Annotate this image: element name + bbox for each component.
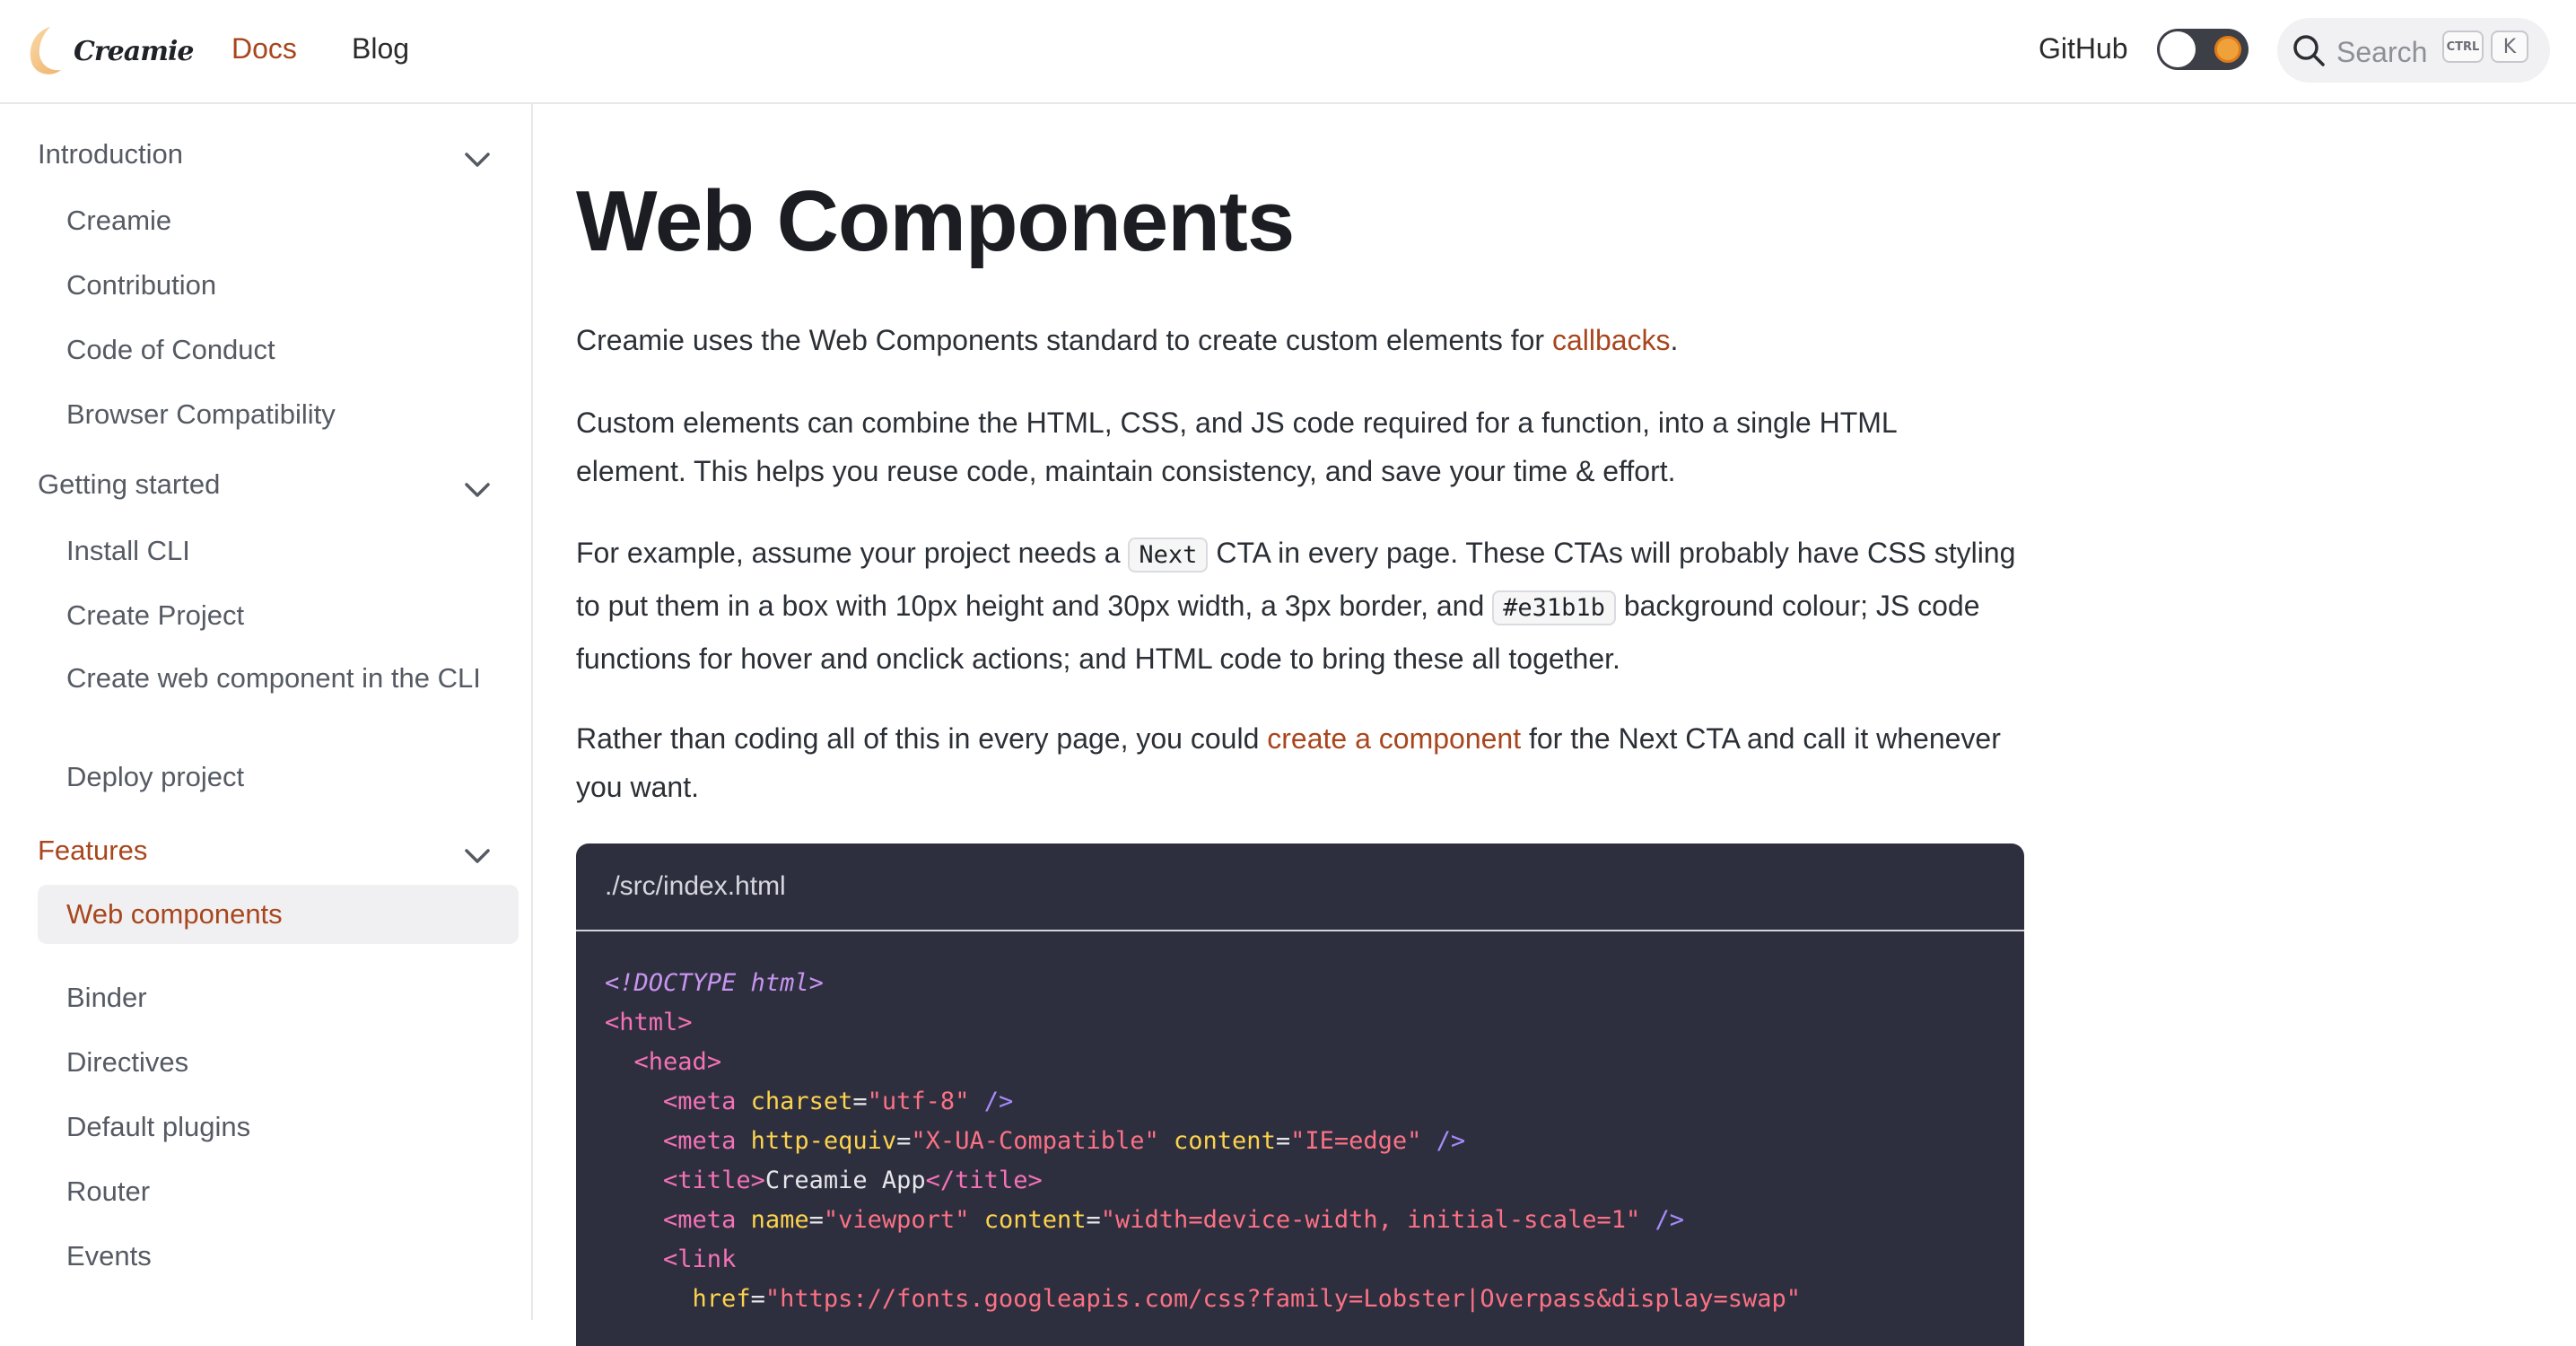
create-component-link[interactable]: create a component [1267, 722, 1521, 755]
code-token: "width=device-width, initial-scale=1" [1100, 1206, 1641, 1234]
sidebar-item-deploy-project[interactable]: Deploy project [38, 759, 519, 795]
kbd-ctrl: CTRL [2442, 31, 2484, 63]
sidebar-item-contribution[interactable]: Contribution [38, 267, 519, 303]
paragraph-text: For example, assume your project needs a [576, 537, 1129, 569]
code-token: Creamie App [764, 1167, 926, 1194]
nav-blog-link[interactable]: Blog [352, 32, 409, 66]
chevron-down-icon [465, 153, 490, 167]
inline-code-color: #e31b1b [1492, 590, 1616, 625]
example-paragraph: For example, assume your project needs a… [576, 528, 2030, 685]
code-token: title [955, 1167, 1028, 1194]
brand-logo[interactable]: Creamie [23, 23, 194, 79]
code-line: <meta charset="utf-8" /> [663, 1088, 1014, 1115]
sun-face-icon [2214, 36, 2241, 63]
sidebar-group-introduction[interactable]: Introduction [38, 138, 495, 183]
code-line: href="https://fonts.googleapis.com/css?f… [692, 1285, 1801, 1313]
code-token: <!DOCTYPE html> [605, 969, 824, 997]
search-icon [2293, 35, 2325, 66]
brand-name: Creamie [74, 35, 194, 67]
code-token: "utf-8" [867, 1088, 970, 1115]
paragraph-text: Creamie uses the Web Components standard… [576, 324, 1552, 356]
sidebar-item-browser-compatibility[interactable]: Browser Compatibility [38, 397, 519, 433]
code-filename: ./src/index.html [576, 843, 2024, 931]
code-line: <head> [633, 1048, 722, 1076]
sidebar-item-binder[interactable]: Binder [38, 980, 519, 1016]
code-token: "IE=edge" [1290, 1127, 1422, 1155]
nav-docs-link[interactable]: Docs [231, 32, 297, 66]
code-token: charset [750, 1088, 853, 1115]
code-token: content [983, 1206, 1087, 1234]
sidebar-item-events[interactable]: Events [38, 1238, 519, 1274]
component-paragraph: Rather than coding all of this in every … [576, 714, 2012, 811]
code-line: <html> [605, 1009, 693, 1036]
code-token: name [750, 1206, 809, 1234]
code-token: link [677, 1245, 737, 1273]
code-line: <!DOCTYPE html> [605, 964, 2024, 1003]
kbd-k: K [2491, 31, 2528, 63]
chevron-down-icon [465, 483, 490, 497]
intro-paragraph: Creamie uses the Web Components standard… [576, 316, 2048, 364]
paragraph-text: Rather than coding all of this in every … [576, 722, 1268, 755]
code-line: <title>Creamie App</title> [663, 1167, 1043, 1194]
code-token: head [648, 1048, 707, 1076]
callbacks-link[interactable]: callbacks [1552, 324, 1671, 356]
crescent-logo-icon [30, 27, 61, 74]
custom-elements-paragraph: Custom elements can combine the HTML, CS… [576, 406, 1897, 487]
sidebar-group-title: Features [38, 835, 148, 866]
sidebar-item-create-project[interactable]: Create Project [38, 598, 519, 634]
sidebar-item-install-cli[interactable]: Install CLI [38, 533, 519, 569]
sidebar-group-title: Introduction [38, 138, 183, 170]
sidebar-group-features[interactable]: Features [38, 835, 495, 879]
code-token: href [692, 1285, 751, 1313]
code-token: title [677, 1167, 751, 1194]
code-token: html [619, 1009, 678, 1036]
search-placeholder: Search [2336, 36, 2428, 68]
chevron-down-icon [465, 849, 490, 863]
theme-toggle[interactable] [2157, 29, 2249, 70]
sidebar-item-web-components[interactable]: Web components [38, 885, 519, 944]
inline-code-next: Next [1128, 538, 1209, 572]
code-token: content [1174, 1127, 1276, 1155]
code-token: meta [677, 1088, 737, 1115]
search-button[interactable]: Search CTRL K [2277, 18, 2550, 83]
docs-sidebar: Introduction Creamie Contribution Code o… [0, 104, 533, 1320]
nav-github-link[interactable]: GitHub [2039, 32, 2128, 66]
code-token: "https://fonts.googleapis.com/css?family… [764, 1285, 1801, 1313]
paragraph-text: . [1670, 324, 1679, 356]
code-line: <link [663, 1245, 737, 1273]
sidebar-item-create-web-component-cli[interactable]: Create web component in the CLI [38, 660, 504, 696]
code-token: meta [677, 1206, 737, 1234]
code-line: <meta name="viewport" content="width=dev… [663, 1206, 1685, 1234]
sidebar-item-router[interactable]: Router [38, 1174, 519, 1210]
sidebar-group-getting-started[interactable]: Getting started [38, 468, 495, 513]
toggle-knob [2160, 31, 2196, 67]
sidebar-group-title: Getting started [38, 468, 221, 500]
code-token: "X-UA-Compatible" [911, 1127, 1159, 1155]
code-token: http-equiv [750, 1127, 897, 1155]
sidebar-item-code-of-conduct[interactable]: Code of Conduct [38, 332, 519, 368]
code-token: meta [677, 1127, 737, 1155]
sidebar-item-creamie[interactable]: Creamie [38, 203, 519, 239]
sidebar-item-default-plugins[interactable]: Default plugins [38, 1109, 519, 1145]
code-token: "viewport" [823, 1206, 970, 1234]
page-title: Web Components [576, 173, 1295, 269]
code-body: <!DOCTYPE html> <html> <head> <meta chars… [576, 931, 2024, 1319]
top-navbar: Creamie Docs Blog GitHub Search CTRL K [0, 0, 2576, 104]
code-line: <meta http-equiv="X-UA-Compatible" conte… [663, 1127, 1466, 1155]
sidebar-item-directives[interactable]: Directives [38, 1044, 519, 1080]
code-block: ./src/index.html <!DOCTYPE html> <html> <… [576, 843, 2024, 1346]
